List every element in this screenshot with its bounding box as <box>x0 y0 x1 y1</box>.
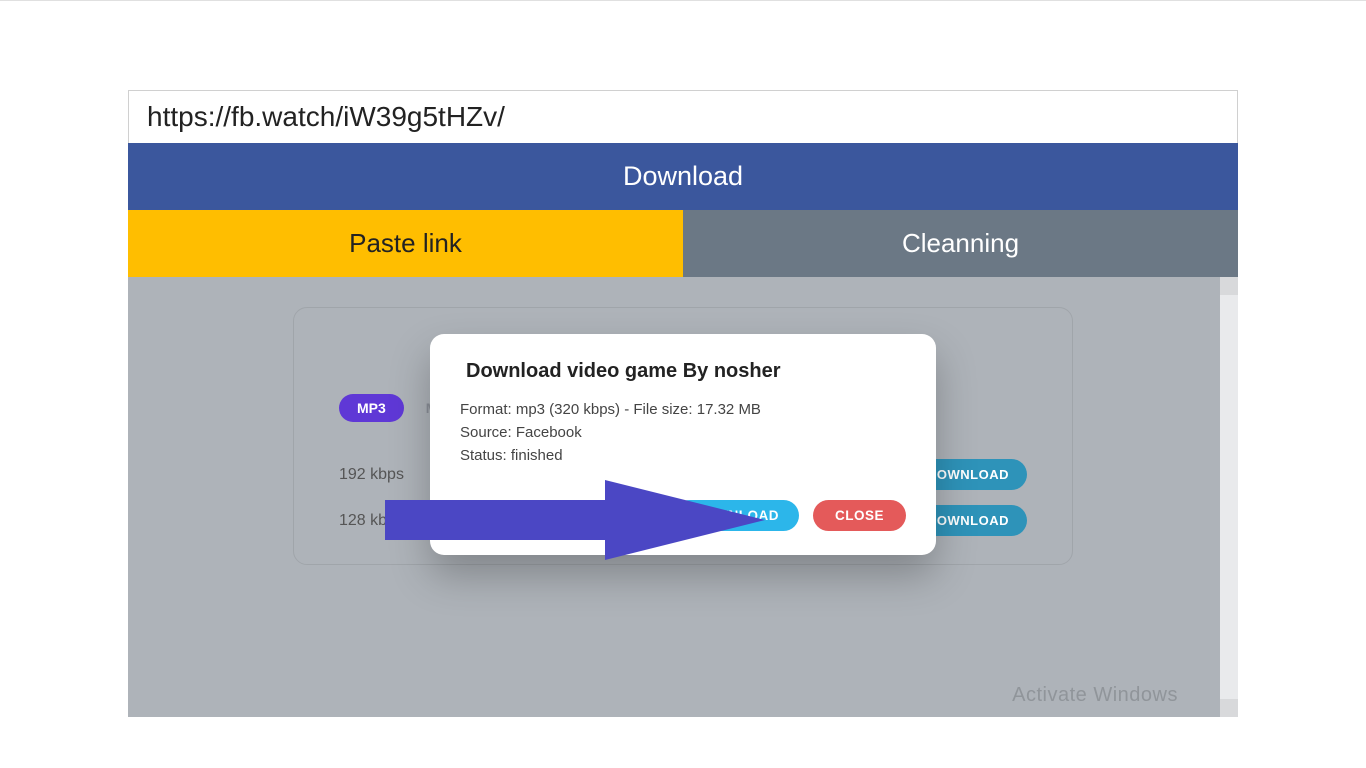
modal-format-line: Format: mp3 (320 kbps) - File size: 17.3… <box>460 401 906 418</box>
download-modal: Download video game By nosher Format: mp… <box>430 334 936 555</box>
windows-watermark: Activate Windows <box>1012 684 1178 707</box>
modal-status-line: Status: finished <box>460 447 906 464</box>
url-input[interactable]: https://fb.watch/iW39g5tHZv/ <box>128 90 1238 143</box>
scrollbar-up-icon[interactable] <box>1220 277 1238 295</box>
modal-close-button[interactable]: CLOSE <box>813 500 906 531</box>
scrollbar-down-icon[interactable] <box>1220 699 1238 717</box>
tab-cleanning[interactable]: Cleanning <box>683 210 1238 277</box>
modal-source-line: Source: Facebook <box>460 424 906 441</box>
page-top-divider <box>0 0 1366 1</box>
scrollbar-track[interactable] <box>1220 277 1238 717</box>
format-tab-mp3[interactable]: MP3 <box>339 394 404 422</box>
modal-title: Download video game By nosher <box>466 360 906 383</box>
download-button[interactable]: Download <box>128 143 1238 210</box>
modal-download-button[interactable]: DOWNLOAD <box>674 500 799 531</box>
tab-paste-link[interactable]: Paste link <box>128 210 683 277</box>
